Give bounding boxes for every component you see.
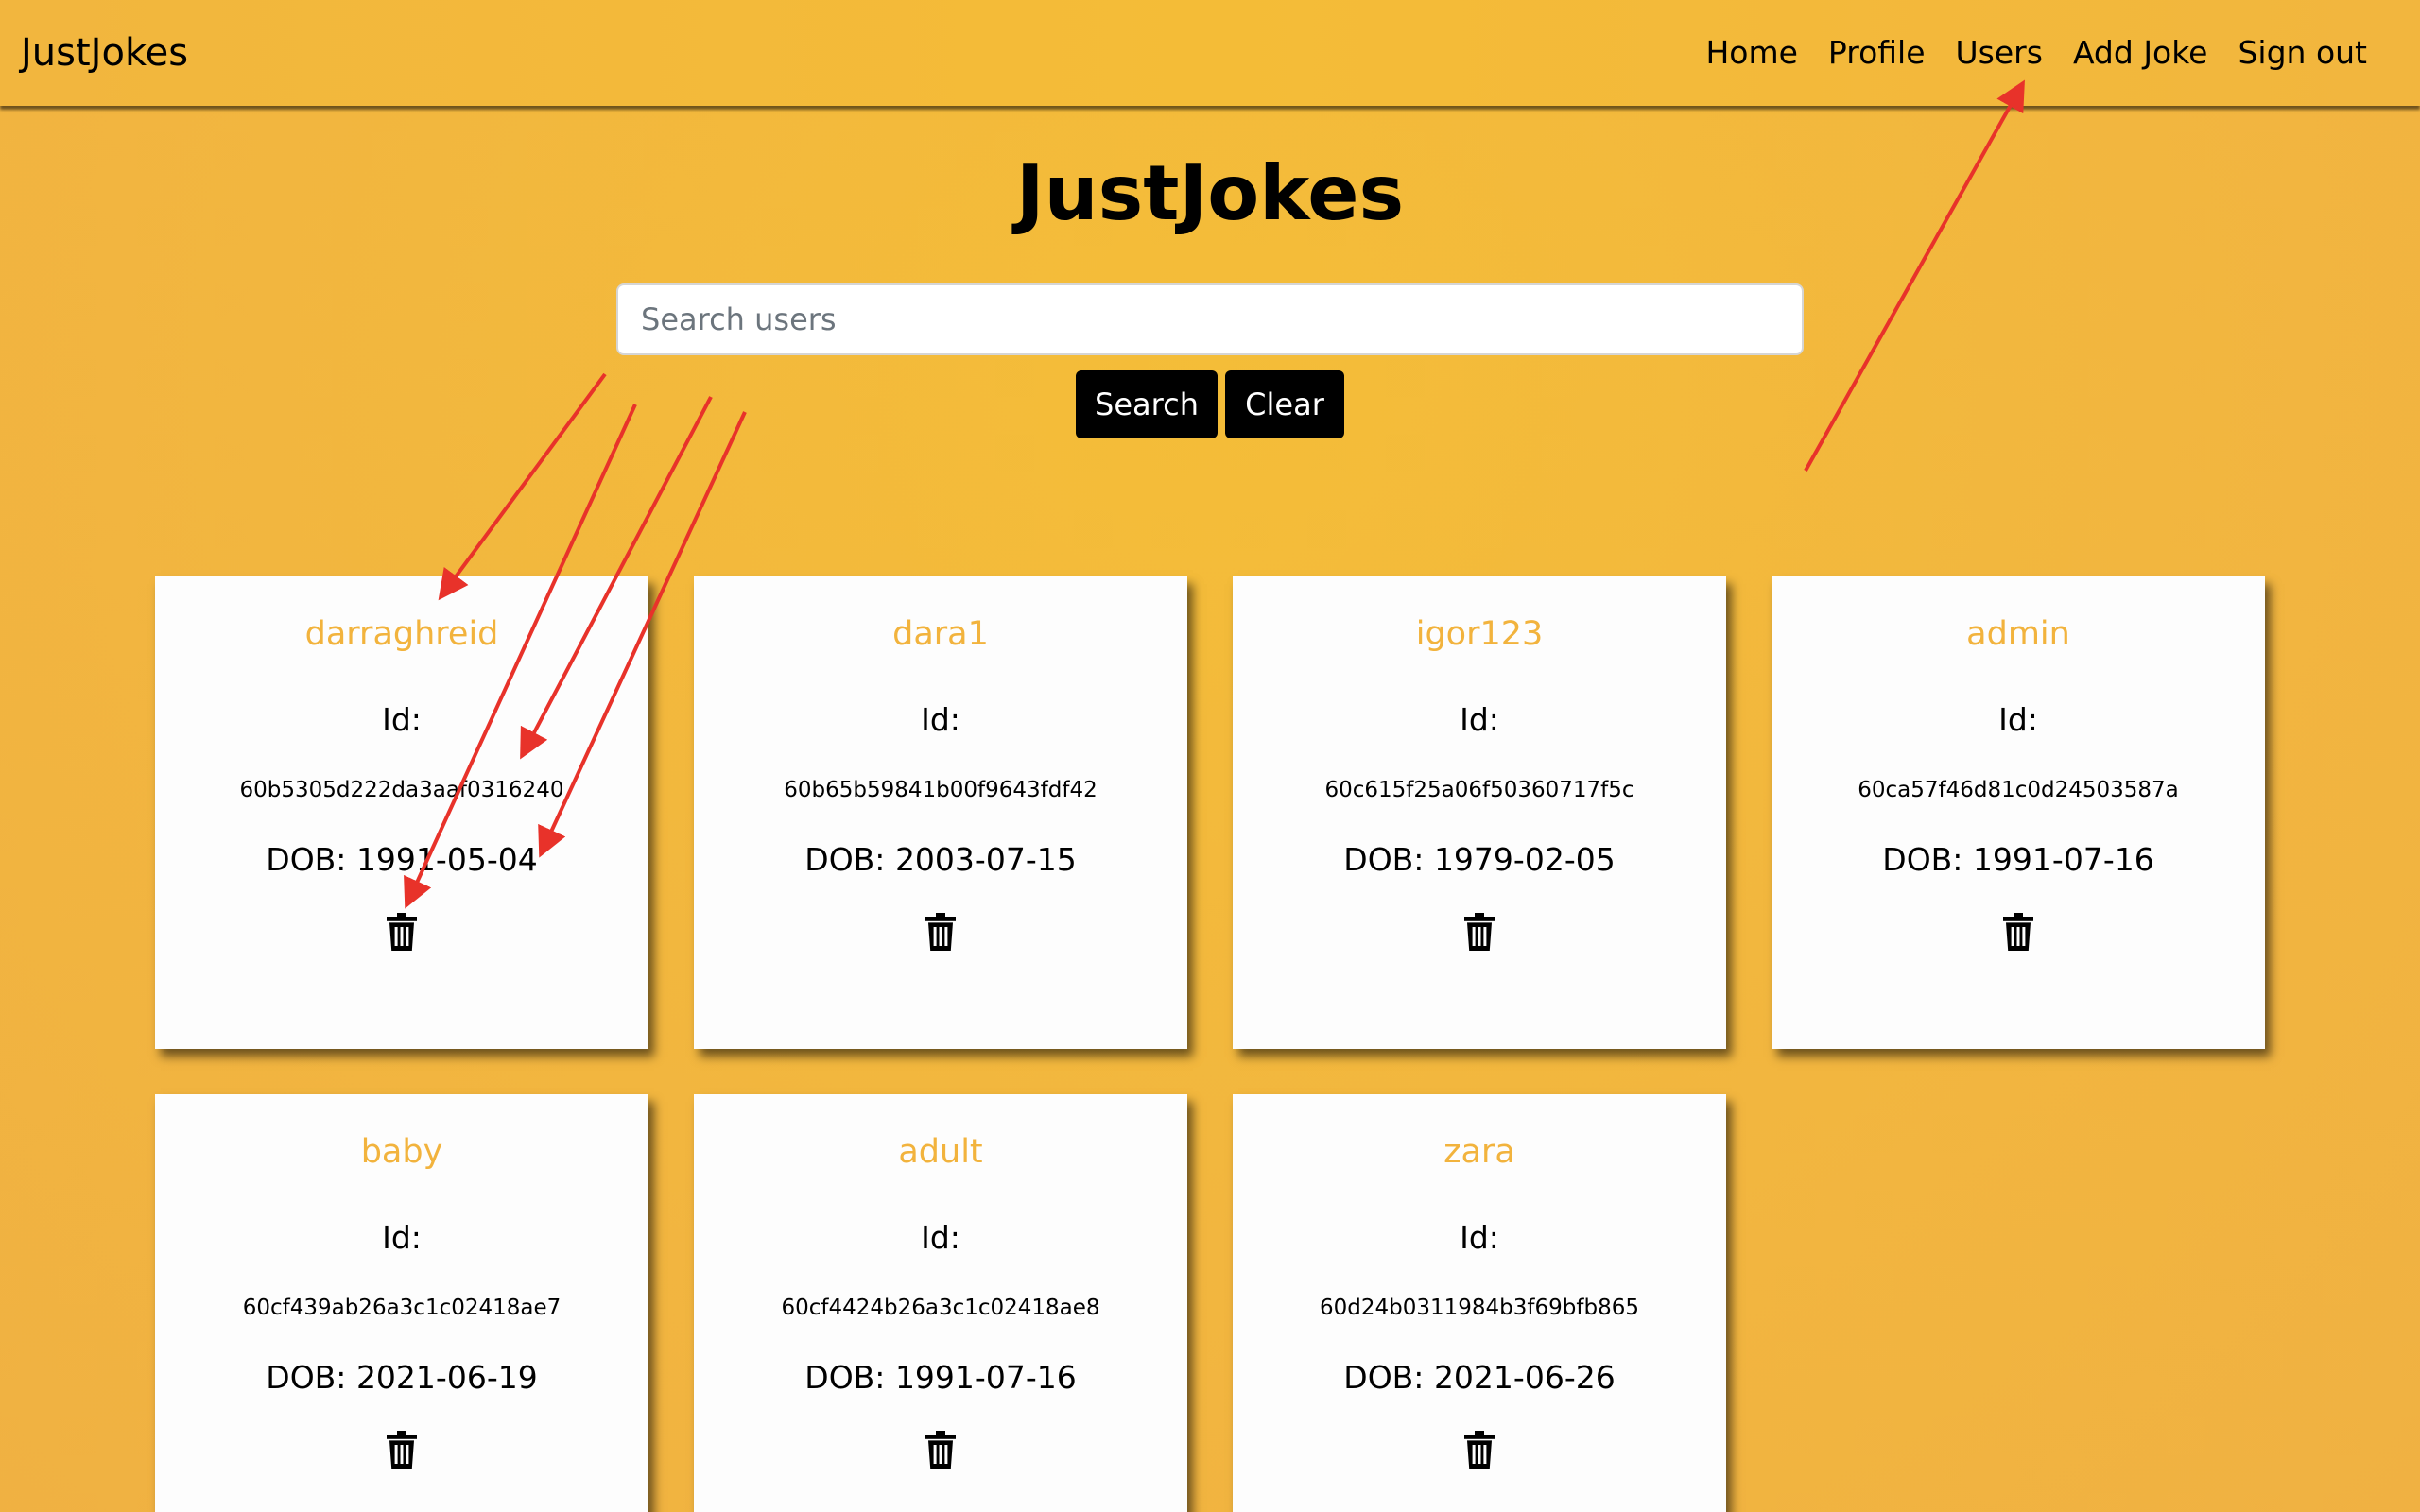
username: dara1 — [892, 615, 989, 653]
user-card: dara1 Id: 60b65b59841b00f9643fdf42 DOB: … — [694, 576, 1187, 1049]
dob-value: 1991-05-04 — [355, 841, 538, 878]
id-label: Id: — [921, 1219, 960, 1256]
user-id: 60cf439ab26a3c1c02418ae7 — [242, 1296, 562, 1320]
dob-row: DOB: 2003-07-15 — [694, 836, 1187, 884]
id-label: Id: — [382, 1219, 422, 1256]
id-label: Id: — [1460, 1219, 1499, 1256]
dob-row: DOB: 1979-02-05 — [1233, 836, 1726, 884]
trash-icon[interactable] — [1464, 1431, 1495, 1469]
id-label: Id: — [1998, 701, 2038, 738]
dob-value: 2021-06-26 — [1433, 1359, 1616, 1396]
navbar: JustJokes Home Profile Users Add Joke Si… — [0, 0, 2420, 106]
dob-label: DOB: — [804, 1359, 886, 1396]
user-card: baby Id: 60cf439ab26a3c1c02418ae7 DOB: 2… — [155, 1094, 648, 1512]
user-id: 60d24b0311984b3f69bfb865 — [1320, 1296, 1639, 1320]
annotation-arrow — [438, 372, 607, 601]
nav-profile[interactable]: Profile — [1813, 28, 1941, 77]
trash-icon[interactable] — [387, 913, 417, 951]
nav-users[interactable]: Users — [1941, 28, 2058, 77]
dob-row: DOB: 1991-05-04 — [155, 836, 648, 884]
trash-icon[interactable] — [925, 1431, 956, 1469]
brand-logo[interactable]: JustJokes — [21, 26, 188, 79]
trash-icon[interactable] — [1464, 913, 1495, 951]
dob-row: DOB: 2021-06-26 — [1233, 1354, 1726, 1401]
search-button[interactable]: Search — [1076, 370, 1218, 438]
page-title: JustJokes — [1015, 149, 1405, 237]
dob-label: DOB: — [1882, 841, 1963, 878]
dob-label: DOB: — [804, 841, 886, 878]
dob-label: DOB: — [1343, 841, 1425, 878]
user-id: 60b65b59841b00f9643fdf42 — [784, 778, 1098, 802]
id-label: Id: — [382, 701, 422, 738]
username: darraghreid — [304, 615, 499, 653]
trash-icon[interactable] — [925, 913, 956, 951]
nav-links: Home Profile Users Add Joke Sign out — [1690, 28, 2382, 77]
user-id: 60ca57f46d81c0d24503587a — [1858, 778, 2179, 802]
nav-home[interactable]: Home — [1690, 28, 1812, 77]
username: zara — [1443, 1133, 1515, 1171]
user-card: admin Id: 60ca57f46d81c0d24503587a DOB: … — [1772, 576, 2265, 1049]
dob-value: 2003-07-15 — [894, 841, 1077, 878]
username: baby — [360, 1133, 443, 1171]
id-label: Id: — [1460, 701, 1499, 738]
user-id: 60b5305d222da3aaf0316240 — [239, 778, 564, 802]
dob-value: 1991-07-16 — [894, 1359, 1077, 1396]
dob-label: DOB: — [266, 1359, 347, 1396]
search-input[interactable] — [616, 284, 1804, 355]
user-id: 60c615f25a06f50360717f5c — [1324, 778, 1634, 802]
dob-value: 1991-07-16 — [1972, 841, 2154, 878]
username: adult — [898, 1133, 983, 1171]
dob-row: DOB: 2021-06-19 — [155, 1354, 648, 1401]
dob-value: 2021-06-19 — [355, 1359, 538, 1396]
nav-add-joke[interactable]: Add Joke — [2058, 28, 2223, 77]
dob-row: DOB: 1991-07-16 — [1772, 836, 2265, 884]
dob-row: DOB: 1991-07-16 — [694, 1354, 1187, 1401]
nav-sign-out[interactable]: Sign out — [2222, 28, 2382, 77]
user-card: zara Id: 60d24b0311984b3f69bfb865 DOB: 2… — [1233, 1094, 1726, 1512]
user-id: 60cf4424b26a3c1c02418ae8 — [781, 1296, 1100, 1320]
user-card: darraghreid Id: 60b5305d222da3aaf0316240… — [155, 576, 648, 1049]
trash-icon[interactable] — [387, 1431, 417, 1469]
id-label: Id: — [921, 701, 960, 738]
trash-icon[interactable] — [2003, 913, 2033, 951]
user-card: adult Id: 60cf4424b26a3c1c02418ae8 DOB: … — [694, 1094, 1187, 1512]
dob-value: 1979-02-05 — [1433, 841, 1616, 878]
clear-button[interactable]: Clear — [1225, 370, 1344, 438]
dob-label: DOB: — [1343, 1359, 1425, 1396]
username: admin — [1966, 615, 2070, 653]
dob-label: DOB: — [266, 841, 347, 878]
user-card: igor123 Id: 60c615f25a06f50360717f5c DOB… — [1233, 576, 1726, 1049]
username: igor123 — [1415, 615, 1544, 653]
